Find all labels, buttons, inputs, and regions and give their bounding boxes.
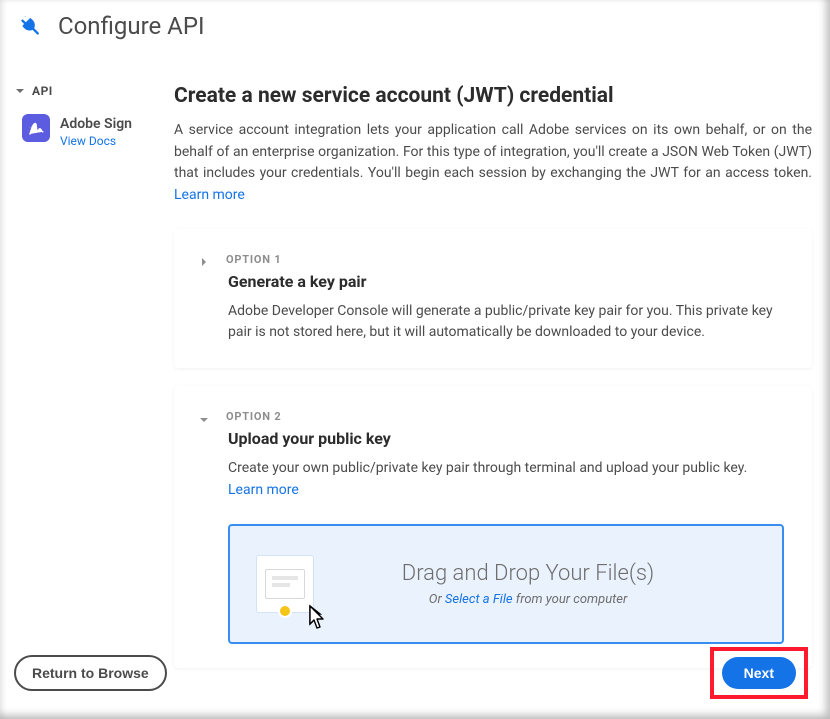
page-title: Configure API xyxy=(58,12,204,40)
chevron-down-icon xyxy=(14,85,26,97)
sidebar-section-toggle[interactable]: API xyxy=(14,84,154,98)
main-heading: Create a new service account (JWT) crede… xyxy=(174,84,812,108)
dropzone-sub-text: Or Select a File from your computer xyxy=(314,592,742,607)
adobe-sign-icon xyxy=(22,114,50,142)
option-1-title: Generate a key pair xyxy=(228,272,784,291)
dropzone-main-text: Drag and Drop Your File(s) xyxy=(314,561,742,586)
file-dropzone[interactable]: Drag and Drop Your File(s) Or Select a F… xyxy=(228,524,784,644)
sidebar: API Adobe Sign View Docs xyxy=(14,84,154,686)
select-a-file-link[interactable]: Select a File xyxy=(445,592,513,607)
option-2-body: Create your own public/private key pair … xyxy=(228,458,784,501)
dropzone-sub-post: from your computer xyxy=(513,592,628,607)
next-button-highlight: Next xyxy=(710,647,808,699)
main-description: A service account integration lets your … xyxy=(174,120,812,207)
next-button[interactable]: Next xyxy=(722,657,796,689)
option-2-learn-more-link[interactable]: Learn more xyxy=(228,482,299,498)
main-content: Create a new service account (JWT) crede… xyxy=(174,84,812,686)
chevron-down-icon xyxy=(198,411,210,423)
option-1-body: Adobe Developer Console will generate a … xyxy=(228,301,784,344)
plug-icon xyxy=(18,12,46,40)
footer: Return to Browse Next xyxy=(14,647,808,699)
option-1-card[interactable]: OPTION 1 Generate a key pair Adobe Devel… xyxy=(174,229,812,368)
learn-more-link[interactable]: Learn more xyxy=(174,187,245,203)
option-2-body-text: Create your own public/private key pair … xyxy=(228,460,747,476)
option-2-title: Upload your public key xyxy=(228,429,784,448)
dropzone-sub-pre: Or xyxy=(429,592,445,607)
view-docs-link[interactable]: View Docs xyxy=(60,134,132,148)
option-2-label: OPTION 2 xyxy=(226,410,282,423)
sidebar-item-adobe-sign[interactable]: Adobe Sign View Docs xyxy=(14,114,154,148)
page-header: Configure API xyxy=(0,0,830,58)
cursor-pointer-icon xyxy=(300,604,328,636)
sidebar-section-label: API xyxy=(32,84,53,98)
return-to-browse-button[interactable]: Return to Browse xyxy=(14,655,167,691)
chevron-right-icon xyxy=(198,253,210,265)
option-1-label: OPTION 1 xyxy=(226,253,282,266)
sidebar-item-title: Adobe Sign xyxy=(60,116,132,132)
main-description-text: A service account integration lets your … xyxy=(174,122,812,181)
option-2-card[interactable]: OPTION 2 Upload your public key Create y… xyxy=(174,386,812,667)
